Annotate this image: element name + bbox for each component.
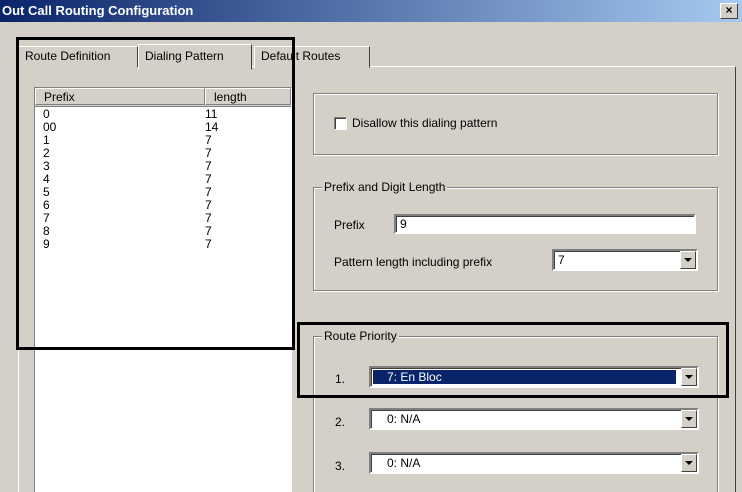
priority-number-1: 1. xyxy=(335,372,346,386)
prefix-label: Prefix xyxy=(334,218,365,232)
prefix-input[interactable]: 9 xyxy=(394,214,696,234)
chevron-down-icon[interactable] xyxy=(681,454,697,472)
list-row[interactable]: 00 14 xyxy=(35,121,291,134)
dialog-window: Out Call Routing Configuration × Route D… xyxy=(0,0,742,492)
column-header-prefix[interactable]: Prefix xyxy=(35,88,205,105)
route-priority-select-1[interactable]: 7: En Bloc xyxy=(369,366,699,388)
prefix-length-legend: Prefix and Digit Length xyxy=(322,180,448,194)
pattern-length-select[interactable]: 7 xyxy=(552,249,698,271)
route-priority-value-3: 0: N/A xyxy=(387,456,421,470)
tab-label: Default Routes xyxy=(261,49,341,63)
window-title: Out Call Routing Configuration xyxy=(2,3,194,18)
disallow-label: Disallow this dialing pattern xyxy=(352,116,498,130)
list-row[interactable]: 87 xyxy=(35,225,291,238)
list-row[interactable]: 0 11 xyxy=(35,108,291,121)
route-priority-value-2: 0: N/A xyxy=(387,412,421,426)
chevron-down-icon[interactable] xyxy=(680,251,696,269)
list-row[interactable]: 17 xyxy=(35,134,291,147)
tab-default-routes[interactable]: Default Routes xyxy=(254,46,370,68)
list-body: 0 11 00 14 1 7 2 7 3 7 4 7 5 7 6 7 7 7 8 7 9 7 xyxy=(35,108,291,251)
list-row[interactable]: 67 xyxy=(35,199,291,212)
disallow-checkbox[interactable] xyxy=(334,117,347,130)
list-row[interactable]: 47 xyxy=(35,173,291,186)
tab-dialing-pattern[interactable]: Dialing Pattern xyxy=(138,44,252,70)
route-priority-select-3[interactable]: 0: N/A xyxy=(369,452,699,474)
priority-number-3: 3. xyxy=(335,459,346,473)
priority-number-2: 2. xyxy=(335,415,346,429)
list-row[interactable]: 77 xyxy=(35,212,291,225)
close-icon: × xyxy=(725,3,733,17)
prefix-length-group: Prefix and Digit Length Prefix 9 Pattern… xyxy=(313,180,718,291)
tab-label: Dialing Pattern xyxy=(145,49,224,63)
title-bar[interactable]: Out Call Routing Configuration × xyxy=(0,0,742,22)
list-row[interactable]: 37 xyxy=(35,160,291,173)
list-row[interactable]: 27 xyxy=(35,147,291,160)
list-row[interactable]: 97 xyxy=(35,238,291,251)
route-priority-group: Route Priority 1. 7: En Bloc 2. 0: N/A 3… xyxy=(313,329,718,492)
route-priority-legend: Route Priority xyxy=(322,329,399,343)
tab-label: Route Definition xyxy=(25,49,111,63)
list-cell-prefix: 9 xyxy=(43,237,50,251)
chevron-down-icon[interactable] xyxy=(681,368,697,386)
pattern-length-value: 7 xyxy=(558,253,565,267)
pattern-length-label: Pattern length including prefix xyxy=(334,255,493,269)
list-header: Prefix length xyxy=(35,88,291,107)
disallow-group: Disallow this dialing pattern xyxy=(313,93,718,155)
prefix-input-value: 9 xyxy=(400,217,407,231)
prefix-listbox[interactable]: Prefix length 0 11 00 14 1 7 2 7 3 7 4 7 5 7 6 7 7 7 8 7 9 7 xyxy=(34,87,292,492)
list-row[interactable]: 57 xyxy=(35,186,291,199)
tab-route-definition[interactable]: Route Definition xyxy=(18,46,138,68)
chevron-down-icon[interactable] xyxy=(681,410,697,428)
route-priority-select-2[interactable]: 0: N/A xyxy=(369,408,699,430)
column-header-length[interactable]: length xyxy=(205,88,291,105)
route-priority-value-1: 7: En Bloc xyxy=(373,370,676,384)
close-button[interactable]: × xyxy=(720,3,738,19)
list-cell-length: 7 xyxy=(205,237,212,251)
